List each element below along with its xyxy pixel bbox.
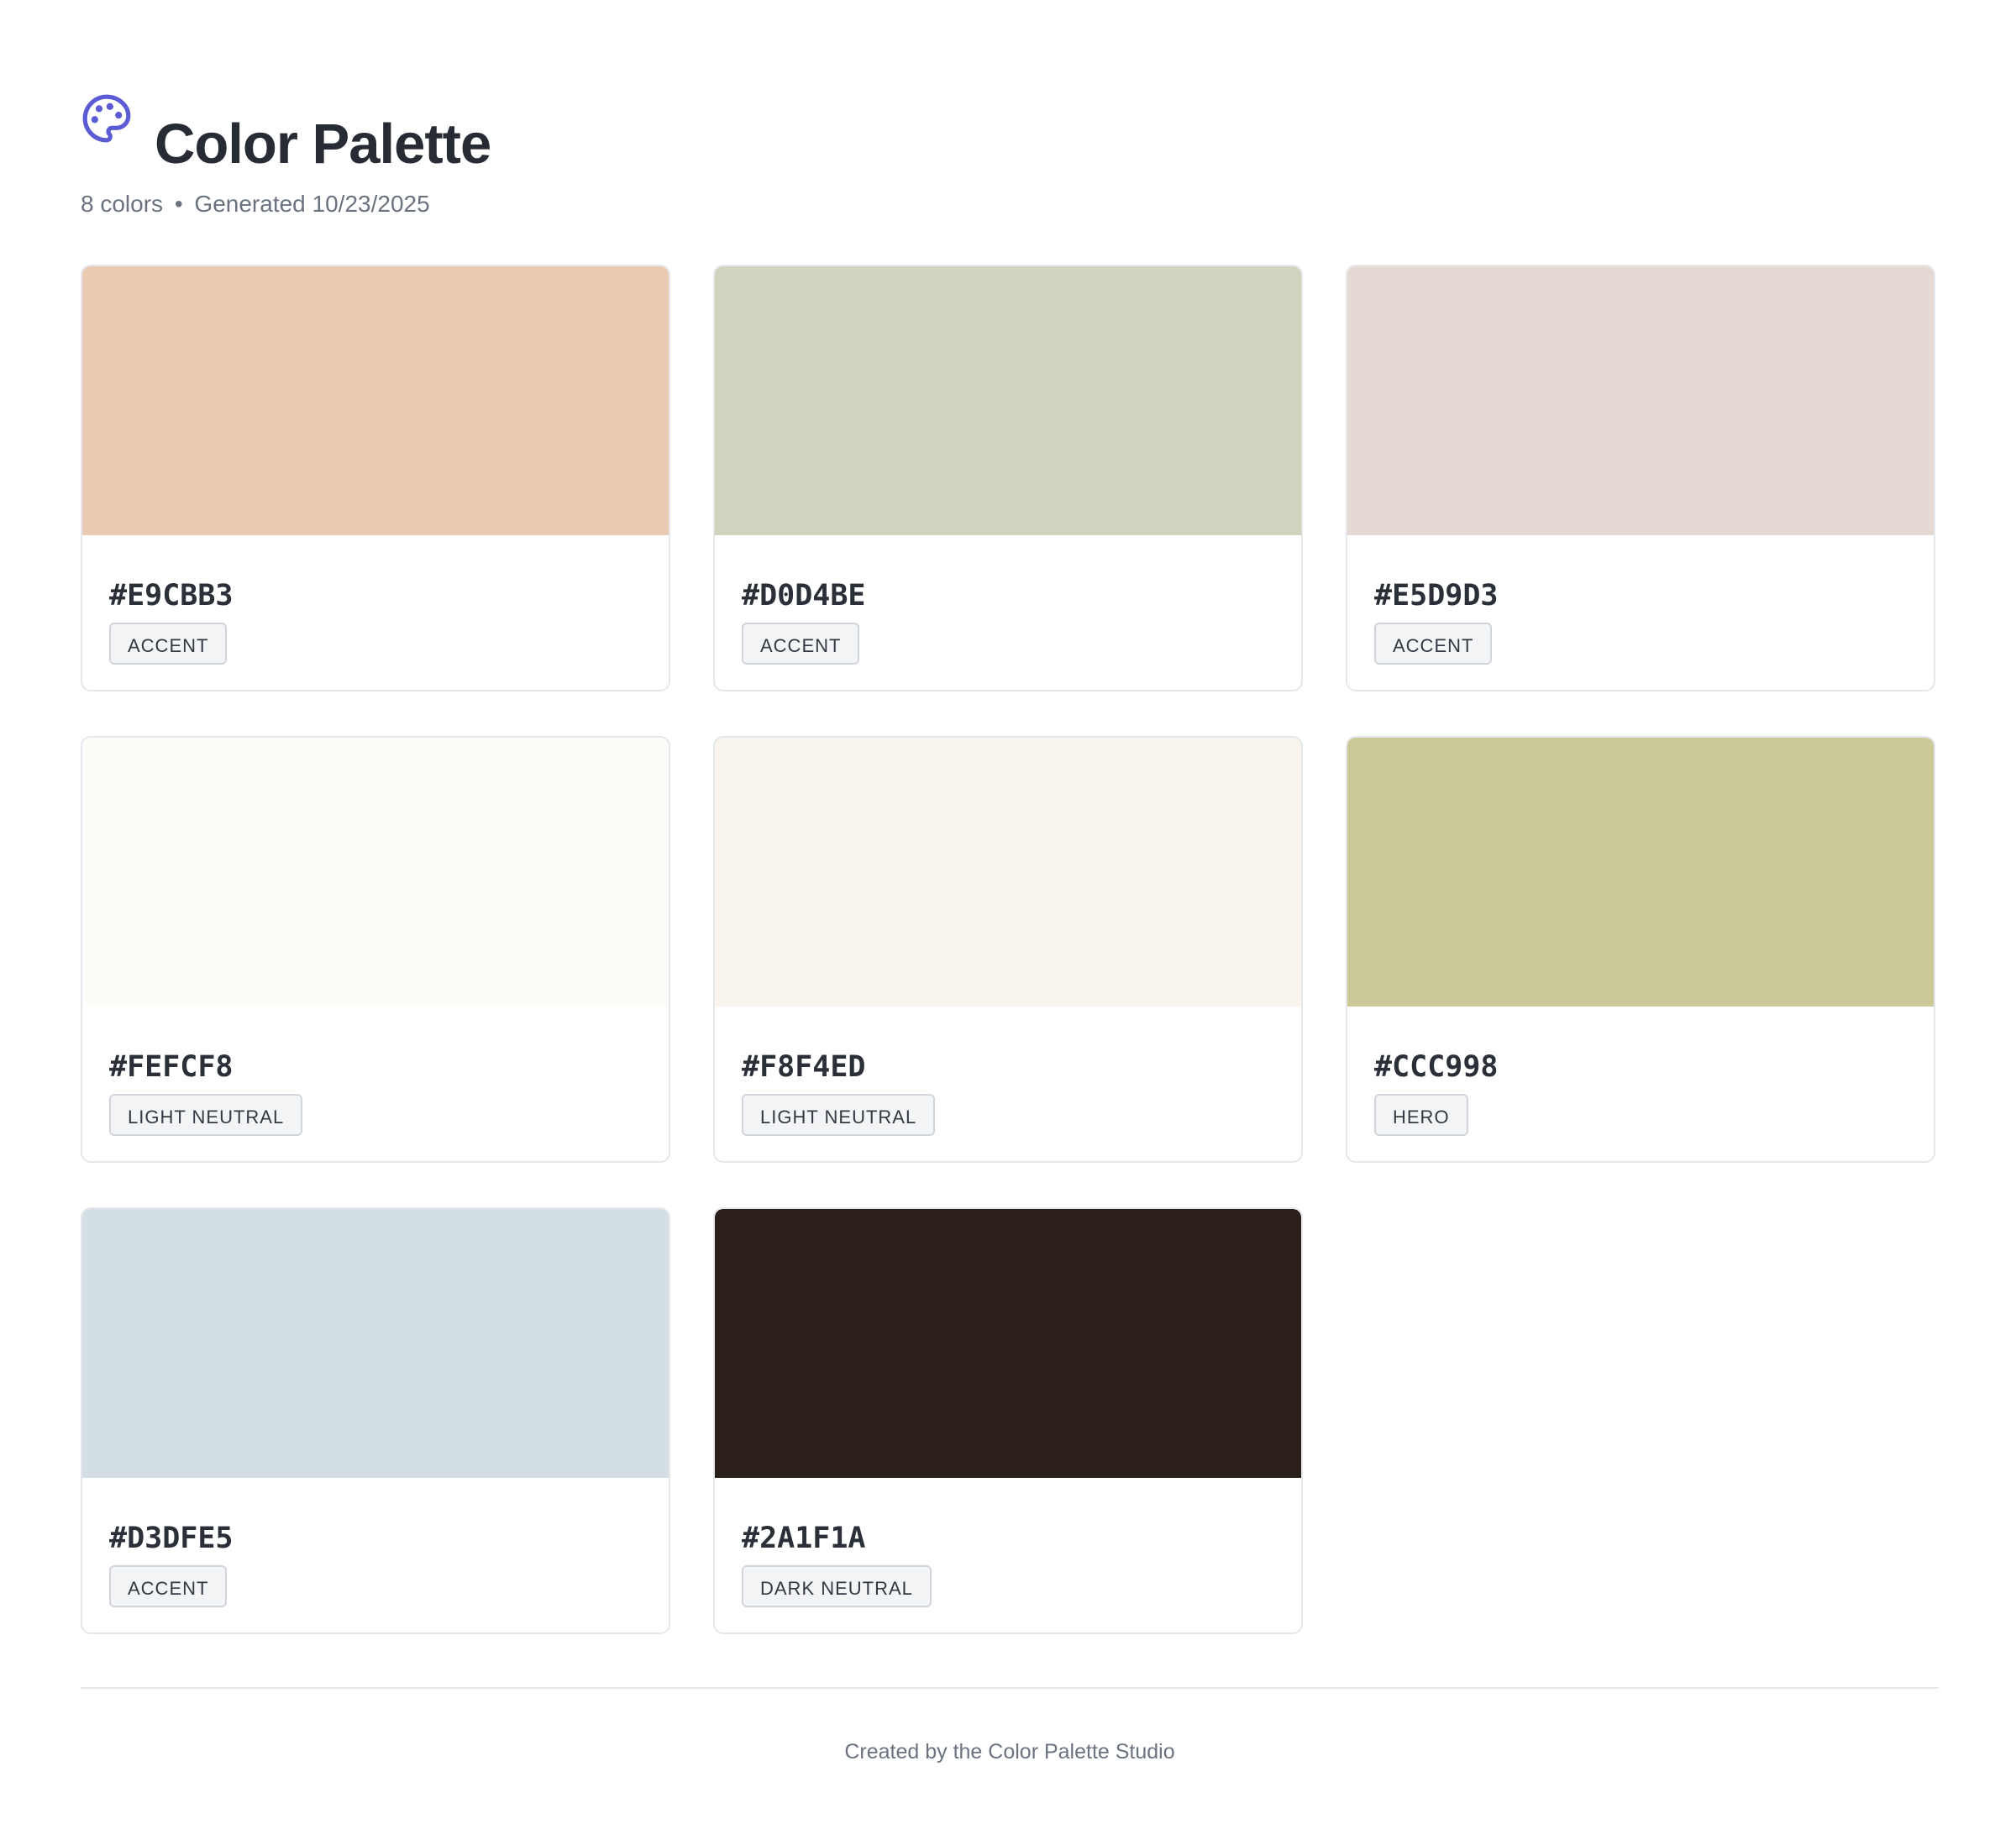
hex-code[interactable]: #D0D4BE (742, 579, 866, 612)
hex-code[interactable]: #F8F4ED (742, 1050, 866, 1084)
role-badge: ACCENT (109, 1565, 228, 1607)
footer-credit: Created by the Color Palette Studio (844, 1740, 1175, 1764)
page-header: Color Palette 8 colors • Generated 10/23… (81, 92, 1935, 218)
hex-code[interactable]: #2A1F1A (742, 1522, 866, 1555)
generated-date: Generated 10/23/2025 (194, 191, 430, 217)
color-swatch[interactable] (1347, 738, 1934, 1007)
color-swatch[interactable] (715, 738, 1301, 1007)
color-swatch[interactable] (715, 266, 1301, 535)
palette-page: Color Palette 8 colors • Generated 10/23… (81, 92, 1939, 1689)
hex-code[interactable]: #E9CBB3 (109, 579, 234, 612)
page-title: Color Palette (155, 113, 491, 176)
color-card[interactable]: #F8F4ED LIGHT NEUTRAL (713, 736, 1303, 1163)
role-badge: HERO (1374, 1094, 1468, 1136)
color-card[interactable]: #D3DFE5 ACCENT (81, 1207, 670, 1634)
hex-code[interactable]: #CCC998 (1374, 1050, 1499, 1084)
color-card[interactable]: #2A1F1A DARK NEUTRAL (713, 1207, 1303, 1634)
role-badge: LIGHT NEUTRAL (109, 1094, 303, 1136)
color-card[interactable]: #E9CBB3 ACCENT (81, 265, 670, 691)
color-card[interactable]: #E5D9D3 ACCENT (1346, 265, 1935, 691)
role-badge: ACCENT (1374, 623, 1493, 665)
color-swatch[interactable] (82, 738, 669, 1007)
color-card[interactable]: #FEFCF8 LIGHT NEUTRAL (81, 736, 670, 1163)
color-swatch[interactable] (715, 1209, 1301, 1478)
hex-code[interactable]: #E5D9D3 (1374, 579, 1499, 612)
role-badge: DARK NEUTRAL (742, 1565, 932, 1607)
role-badge: ACCENT (109, 623, 228, 665)
color-card[interactable]: #D0D4BE ACCENT (713, 265, 1303, 691)
color-card[interactable]: #CCC998 HERO (1346, 736, 1935, 1163)
role-badge: LIGHT NEUTRAL (742, 1094, 936, 1136)
palette-icon (81, 92, 133, 145)
role-badge: ACCENT (742, 623, 860, 665)
color-swatch[interactable] (82, 266, 669, 535)
palette-meta: 8 colors • Generated 10/23/2025 (81, 190, 430, 218)
hex-code[interactable]: #FEFCF8 (109, 1050, 234, 1084)
hex-code[interactable]: #D3DFE5 (109, 1522, 234, 1555)
color-swatch[interactable] (82, 1209, 669, 1478)
color-swatch[interactable] (1347, 266, 1934, 535)
color-count: 8 colors (81, 191, 164, 217)
footer-divider (81, 1687, 1939, 1689)
meta-separator: • (174, 191, 183, 217)
